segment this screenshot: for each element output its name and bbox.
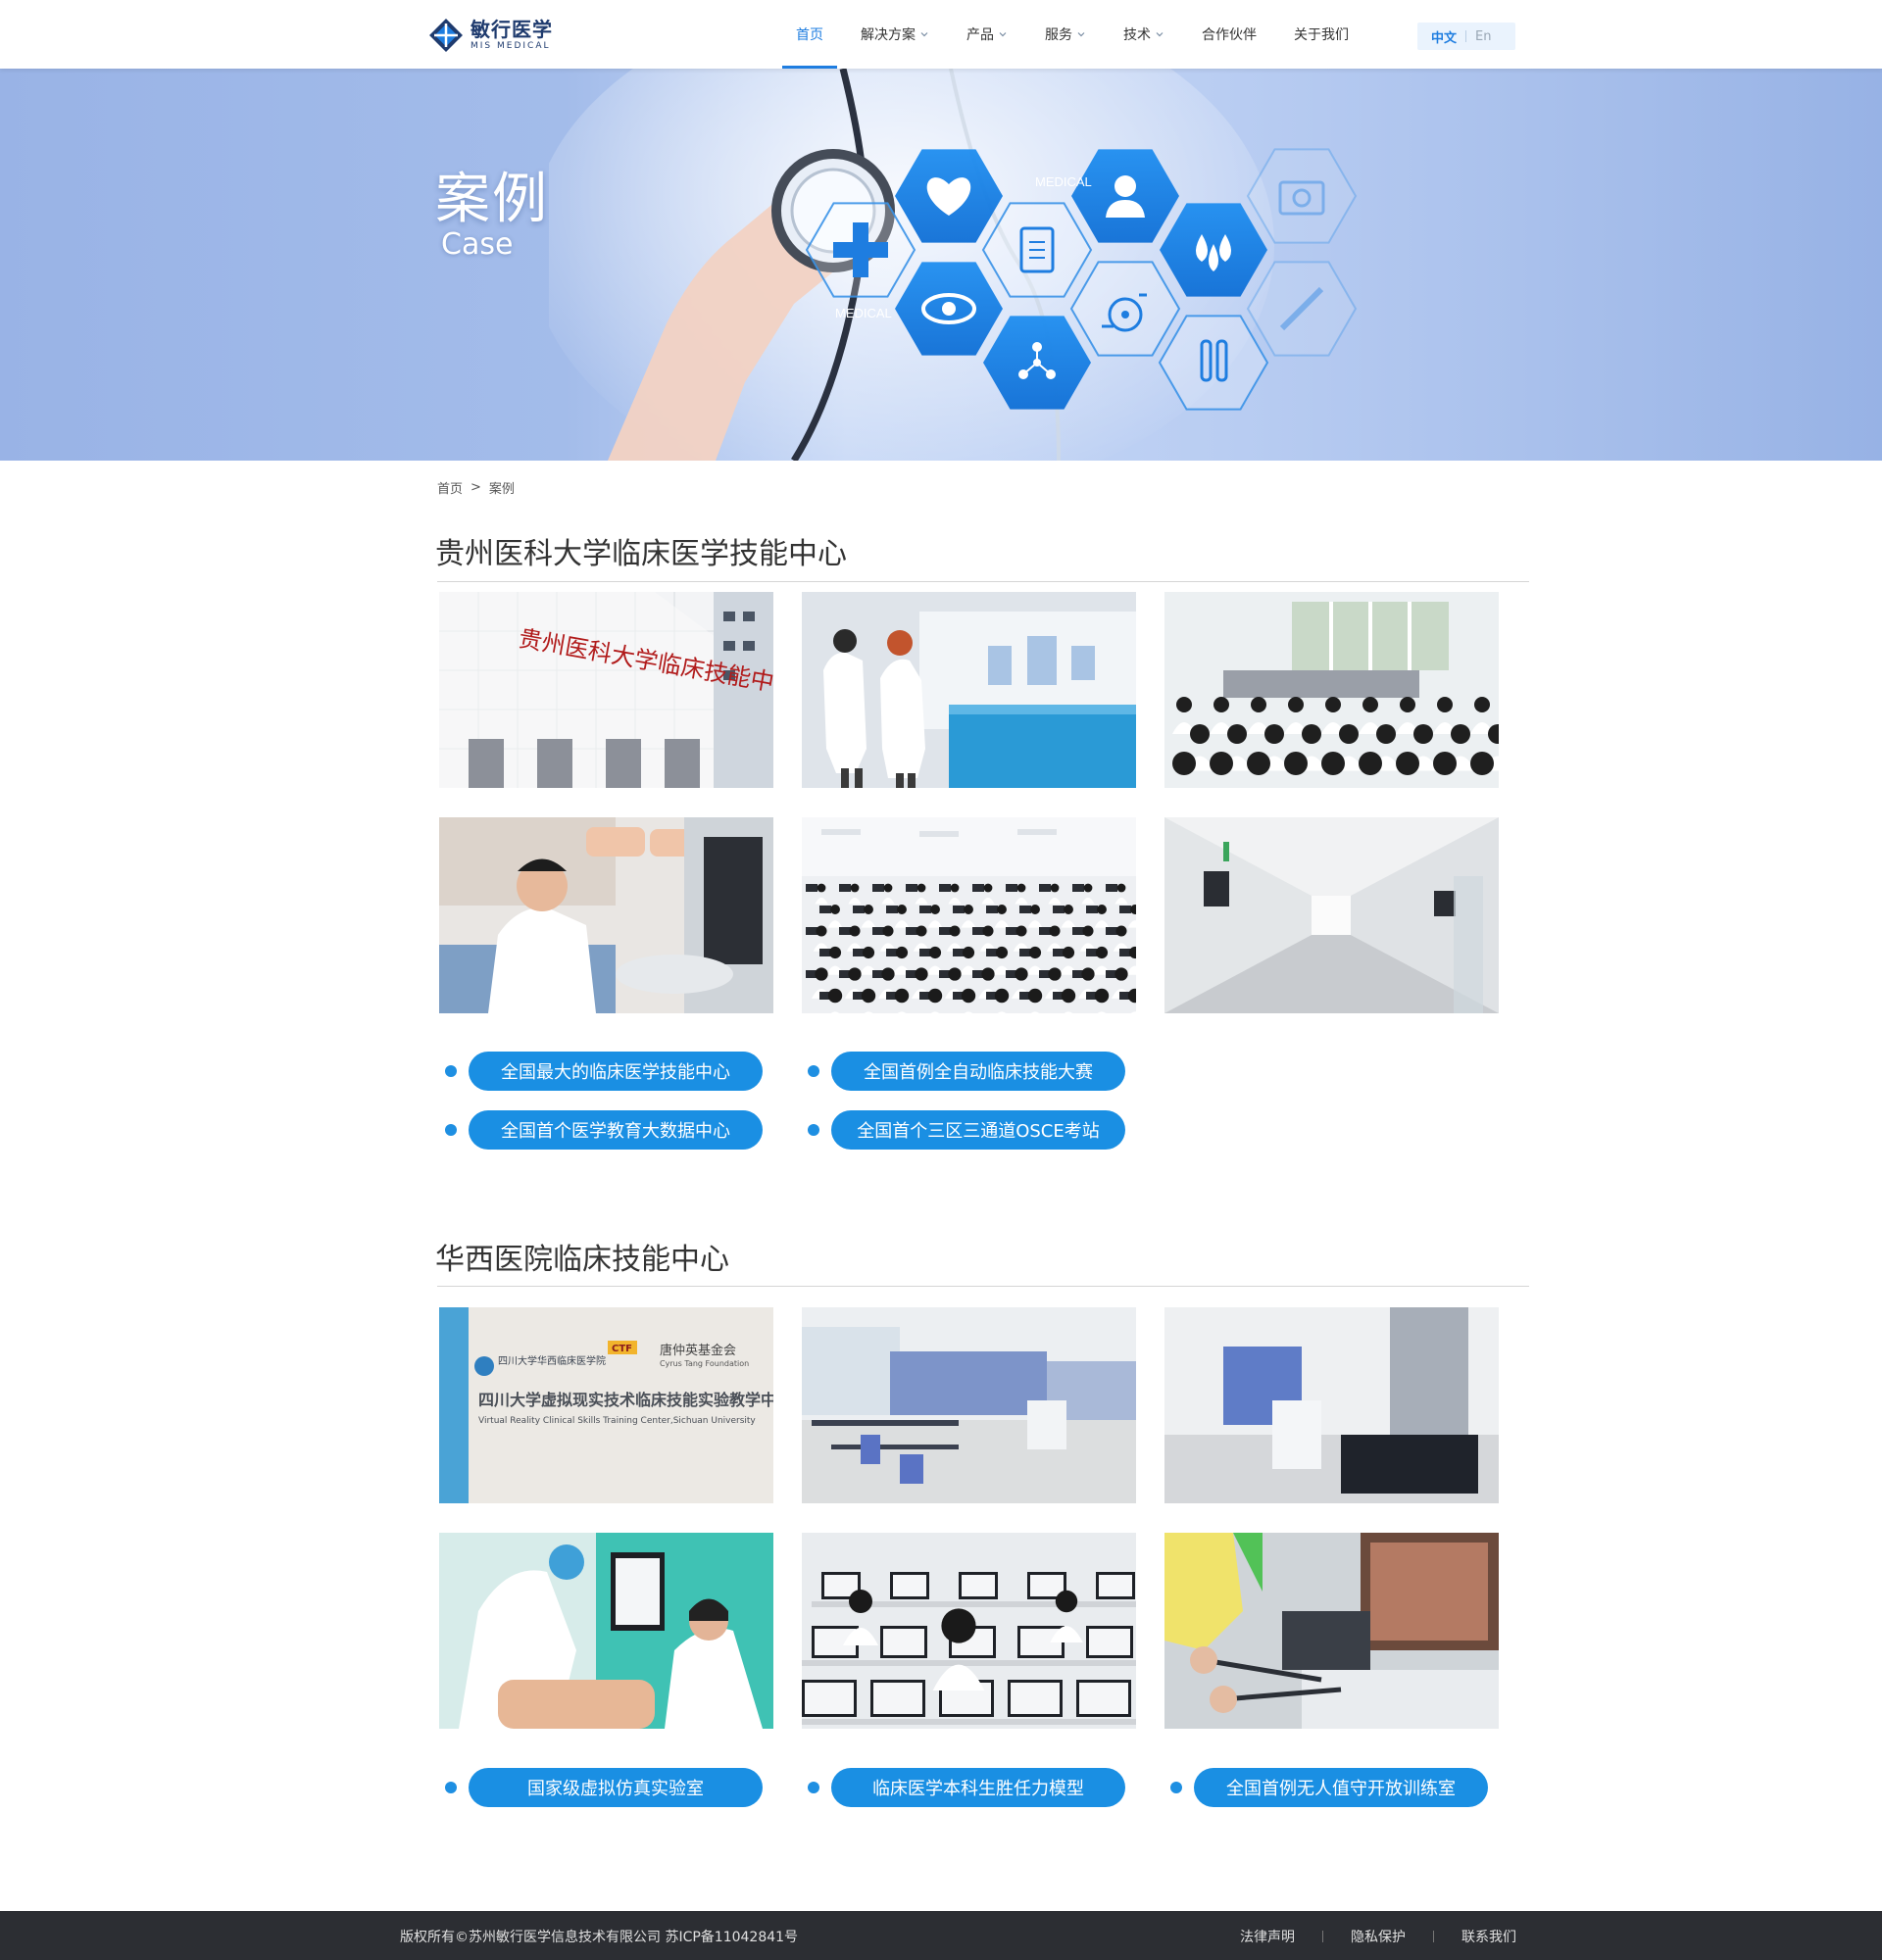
photo-sign-center-en: Virtual Reality Clinical Skills Training… <box>478 1416 756 1426</box>
chevron-down-icon <box>920 32 928 37</box>
nav-item-solutions[interactable]: 解决方案 <box>861 0 929 69</box>
footer-link-privacy[interactable]: 隐私保护 <box>1351 1927 1406 1946</box>
page-subtitle: Case <box>441 227 514 262</box>
chevron-down-icon <box>1156 32 1164 37</box>
section-title-huaxi: 华西医院临床技能中心 <box>435 1243 729 1277</box>
breadcrumb-current: 案例 <box>488 482 515 497</box>
breadcrumb-separator: > <box>470 480 481 495</box>
feature-tag[interactable]: 国家级虚拟仿真实验室 <box>445 1768 763 1807</box>
site-header: 敏行医学 MIS MEDICAL 首页 解决方案 产品 服务 技术 合作伙伴 关于我们 中文… <box>0 0 1882 69</box>
lang-en-option[interactable]: En <box>1475 29 1491 44</box>
hero-banner: MEDICAL MEDICAL 案例 Case <box>0 69 1882 461</box>
nav-item-label: 首页 <box>796 27 823 43</box>
feature-tag-label: 全国最大的临床医学技能中心 <box>469 1052 763 1091</box>
photo-nurse-manikin[interactable] <box>439 1533 773 1729</box>
nav-item-label: 产品 <box>966 27 994 43</box>
footer-link-divider <box>1322 1931 1323 1942</box>
school-emblem-icon <box>474 1356 494 1376</box>
photo-presentation-room[interactable] <box>802 592 1136 788</box>
chevron-down-icon <box>1077 32 1085 37</box>
nav-item-products[interactable]: 产品 <box>966 0 1008 69</box>
nav-item-label: 合作伙伴 <box>1202 27 1257 43</box>
bullet-dot-icon <box>808 1065 819 1077</box>
breadcrumb: 首页 > 案例 <box>437 478 515 497</box>
language-switcher: 中文 En <box>1417 23 1515 50</box>
feature-tag[interactable]: 临床医学本科生胜任力模型 <box>808 1768 1125 1807</box>
brand-logo-mark-icon <box>429 19 463 52</box>
feature-tag-label: 全国首个医学教育大数据中心 <box>469 1110 763 1150</box>
nav-item-home[interactable]: 首页 <box>782 0 837 69</box>
brand-name-cn: 敏行医学 <box>470 18 553 41</box>
feature-tag[interactable]: 全国首个医学教育大数据中心 <box>445 1110 763 1150</box>
feature-tag[interactable]: 全国首例无人值守开放训练室 <box>1170 1768 1488 1807</box>
footer-copyright: 版权所有©苏州敏行医学信息技术有限公司 苏ICP备11042841号 <box>400 1930 799 1945</box>
footer-link-legal[interactable]: 法律声明 <box>1240 1927 1295 1946</box>
bullet-dot-icon <box>808 1782 819 1793</box>
feature-tag-label: 全国首例无人值守开放训练室 <box>1194 1768 1488 1807</box>
photo-foundation-wall-sign[interactable]: 四川大学华西临床医学院 CTF 唐仲英基金会 Cyrus Tang Founda… <box>439 1307 773 1503</box>
breadcrumb-home-link[interactable]: 首页 <box>437 478 463 497</box>
chevron-down-icon <box>999 32 1007 37</box>
nav-item-label: 服务 <box>1045 27 1072 43</box>
feature-tag-label: 国家级虚拟仿真实验室 <box>469 1768 763 1807</box>
feature-tag-label: 临床医学本科生胜任力模型 <box>831 1768 1125 1807</box>
bullet-dot-icon <box>445 1065 457 1077</box>
photo-equipment-room[interactable] <box>1164 1307 1499 1503</box>
footer-links: 法律声明 隐私保护 联系我们 <box>1240 1927 1516 1946</box>
art-label-medical-1: MEDICAL <box>1035 174 1092 189</box>
photo-sign-ctf: CTF <box>612 1344 632 1354</box>
photo-exam-hall-computers[interactable] <box>802 817 1136 1013</box>
photo-corridor[interactable] <box>1164 817 1499 1013</box>
footer-link-divider <box>1433 1931 1434 1942</box>
medical-hexagon-illustration: MEDICAL MEDICAL <box>549 69 1358 461</box>
feature-tag[interactable]: 全国首例全自动临床技能大赛 <box>808 1052 1125 1091</box>
bullet-dot-icon <box>445 1782 457 1793</box>
nav-item-technology[interactable]: 技术 <box>1123 0 1164 69</box>
nav-item-label: 关于我们 <box>1294 27 1349 43</box>
photo-building-entrance[interactable]: 贵州医科大学临床技能中心 <box>439 592 773 788</box>
art-label-medical-2: MEDICAL <box>835 306 892 320</box>
nav-item-label: 技术 <box>1123 27 1151 43</box>
bullet-dot-icon <box>808 1124 819 1136</box>
feature-tag[interactable]: 全国首个三区三通道OSCE考站 <box>808 1110 1125 1150</box>
nav-item-partners[interactable]: 合作伙伴 <box>1202 0 1257 69</box>
page-title: 案例 <box>435 168 549 231</box>
section-divider <box>437 581 1529 582</box>
photo-training-room[interactable] <box>802 1307 1136 1503</box>
feature-tag-label: 全国首个三区三通道OSCE考站 <box>831 1110 1125 1150</box>
section-title-guizhou: 贵州医科大学临床医学技能中心 <box>435 537 847 571</box>
photo-sign-school: 四川大学华西临床医学院 <box>498 1354 606 1367</box>
feature-tag[interactable]: 全国最大的临床医学技能中心 <box>445 1052 763 1091</box>
nav-item-about[interactable]: 关于我们 <box>1294 0 1349 69</box>
main-nav: 首页 解决方案 产品 服务 技术 合作伙伴 关于我们 <box>782 0 1386 69</box>
footer-link-contact[interactable]: 联系我们 <box>1461 1927 1516 1946</box>
bullet-dot-icon <box>445 1124 457 1136</box>
site-footer: 版权所有©苏州敏行医学信息技术有限公司 苏ICP备11042841号 法律声明 … <box>0 1911 1882 1960</box>
lang-zh-option[interactable]: 中文 <box>1431 27 1457 46</box>
lang-divider <box>1465 30 1467 42</box>
photo-sign-foundation-cn: 唐仲英基金会 <box>660 1343 736 1358</box>
photo-student-simulator[interactable] <box>439 817 773 1013</box>
feature-tag-label: 全国首例全自动临床技能大赛 <box>831 1052 1125 1091</box>
photo-computer-lab[interactable] <box>802 1533 1136 1729</box>
section-divider <box>437 1286 1529 1287</box>
brand-logo[interactable]: 敏行医学 MIS MEDICAL <box>429 18 553 53</box>
photo-sign-center-cn: 四川大学虚拟现实技术临床技能实验教学中心 <box>478 1391 773 1409</box>
photo-classroom-demo[interactable] <box>1164 592 1499 788</box>
brand-name-en: MIS MEDICAL <box>470 41 551 51</box>
bullet-dot-icon <box>1170 1782 1182 1793</box>
nav-item-label: 解决方案 <box>861 27 916 43</box>
nav-item-services[interactable]: 服务 <box>1045 0 1086 69</box>
photo-sign-foundation-en: Cyrus Tang Foundation <box>660 1359 749 1368</box>
photo-surgical-simulator[interactable] <box>1164 1533 1499 1729</box>
